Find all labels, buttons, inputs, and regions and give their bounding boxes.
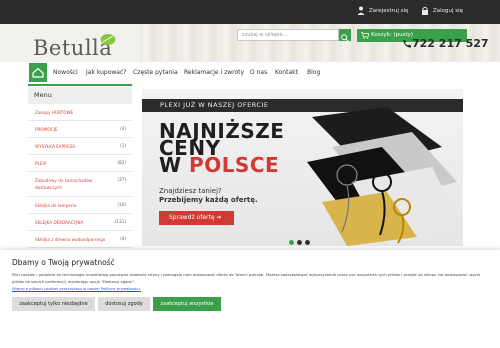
lock-icon [422,6,428,15]
search-icon [341,34,349,42]
user-icon [357,6,365,15]
menu-item-zakupy-hurtowe[interactable]: Zakupy HURTOWE [28,105,132,121]
menu-item-label: PLEXI [35,161,47,166]
banner-title-highlight: POLSCE [189,153,280,177]
slider-dot-3[interactable] [305,240,310,245]
menu-item-count: (10) [117,202,126,207]
nav-item-blog[interactable]: Blog [307,69,320,76]
cookie-title: Dbamy o Twoją prywatność [12,258,115,267]
menu-item-sklejka-lamperia[interactable]: Sklejka do lamperia (10) [28,198,132,214]
menu-item-wysylka-express[interactable]: WYSYŁKA EXPRESS (1) [28,139,132,155]
cookie-consent-panel: Dbamy o Twoją prywatność Pliki cookies i… [0,250,500,348]
menu-item-label: Sklejka z drewna wodoodpornego [35,237,106,242]
privacy-policy-link[interactable]: Więcej o plikach cookies przeczytasz w n… [12,286,141,291]
menu-item-count: (4) [120,126,126,131]
menu-item-count: (131) [114,219,126,224]
cart-icon [361,32,369,39]
menu-item-sklejka-dekoracyjna[interactable]: SKLEJKA DEKORACYJNA (131) [28,215,132,231]
leaf-logo-icon [100,34,116,45]
menu-item-plexi[interactable]: PLEXI (82) [28,156,132,172]
site-header: Betulla szukaj w sklepie... Koszyk: (pus… [0,24,500,62]
slider-dot-1[interactable] [289,240,294,245]
nav-item-czeste-pytania[interactable]: Częste pytania [133,69,178,76]
promo-banner[interactable]: PLEXI JUŻ W NASZEJ OFERCIE NAJNIŻSZE CEN… [142,89,463,246]
nav-item-reklamacje[interactable]: Reklamacje i zwroty [184,69,244,76]
nav-item-o-nas[interactable]: O nas [250,69,267,76]
menu-item-promocje[interactable]: PROMOCJE (4) [28,122,132,138]
top-bar: Zarejestruj się Zaloguj się [0,0,500,24]
login-link[interactable]: Zaloguj się [421,6,463,15]
home-icon [32,67,44,78]
cookie-description: Pliki cookies i podobne im technologie u… [12,272,481,284]
plexi-sheets-image [307,107,463,246]
menu-item-label: Sklejka do lamperia [35,203,77,208]
nav-item-nowosci[interactable]: Nowości [53,69,78,76]
menu-item-label: PROMOCJE [35,127,58,132]
menu-item-count: (82) [117,160,126,165]
menu-item-label: SKLEJKA DEKORACYJNA [35,220,84,225]
accept-all-button[interactable]: zaakceptuj wszystkie [153,297,221,311]
nav-item-kontakt[interactable]: Kontakt [275,69,298,76]
menu-item-zabudowy[interactable]: Zabudowy do samochodów dostawczych (37) [28,173,132,197]
home-button[interactable] [29,63,47,82]
menu-item-label: Zakupy HURTOWE [35,110,74,115]
banner-title-line3: W POLSCE [159,153,279,177]
cart-label: Koszyk: (pusty) [371,32,414,38]
nav-item-jak-kupowac[interactable]: Jak kupować? [86,69,126,76]
menu-item-count: (1) [120,143,126,148]
category-menu: Zakupy HURTOWE PROMOCJE (4) WYSYŁKA EXPR… [28,105,132,255]
register-label: Zarejestruj się [369,7,409,14]
banner-subtitle: Znajdziesz taniej? [159,187,222,195]
menu-item-sklejka-wodoodporna[interactable]: Sklejka z drewna wodoodpornego (4) [28,232,132,248]
login-label: Zaloguj się [433,7,464,14]
slider-dot-2[interactable] [297,240,302,245]
banner-strip-text: PLEXI JUŻ W NASZEJ OFERCIE [160,101,269,109]
search-button[interactable] [339,29,351,42]
phone-icon [403,40,411,48]
phone-number[interactable]: 722 217 527 [412,37,489,50]
menu-item-label: WYSYŁKA EXPRESS [35,144,76,149]
slider-dots [289,240,310,245]
check-offer-button[interactable]: Sprawdź ofertę ➔ [159,211,234,225]
banner-title-prefix: W [159,153,182,177]
menu-item-count: (4) [120,236,126,241]
accept-necessary-button[interactable]: zaakceptuj tylko niezbędne [12,297,95,311]
menu-item-count: (37) [117,177,126,182]
register-link[interactable]: Zarejestruj się [357,6,408,15]
menu-item-label: Zabudowy do samochodów dostawczych [35,178,93,190]
nav-divider [28,84,132,86]
banner-subtitle-bold: Przebijemy każdą ofertę. [159,196,258,204]
customize-consent-button[interactable]: dostosuj zgody [98,297,150,311]
menu-title: Menu [28,87,132,104]
search-input[interactable]: szukaj w sklepie... [237,29,339,41]
